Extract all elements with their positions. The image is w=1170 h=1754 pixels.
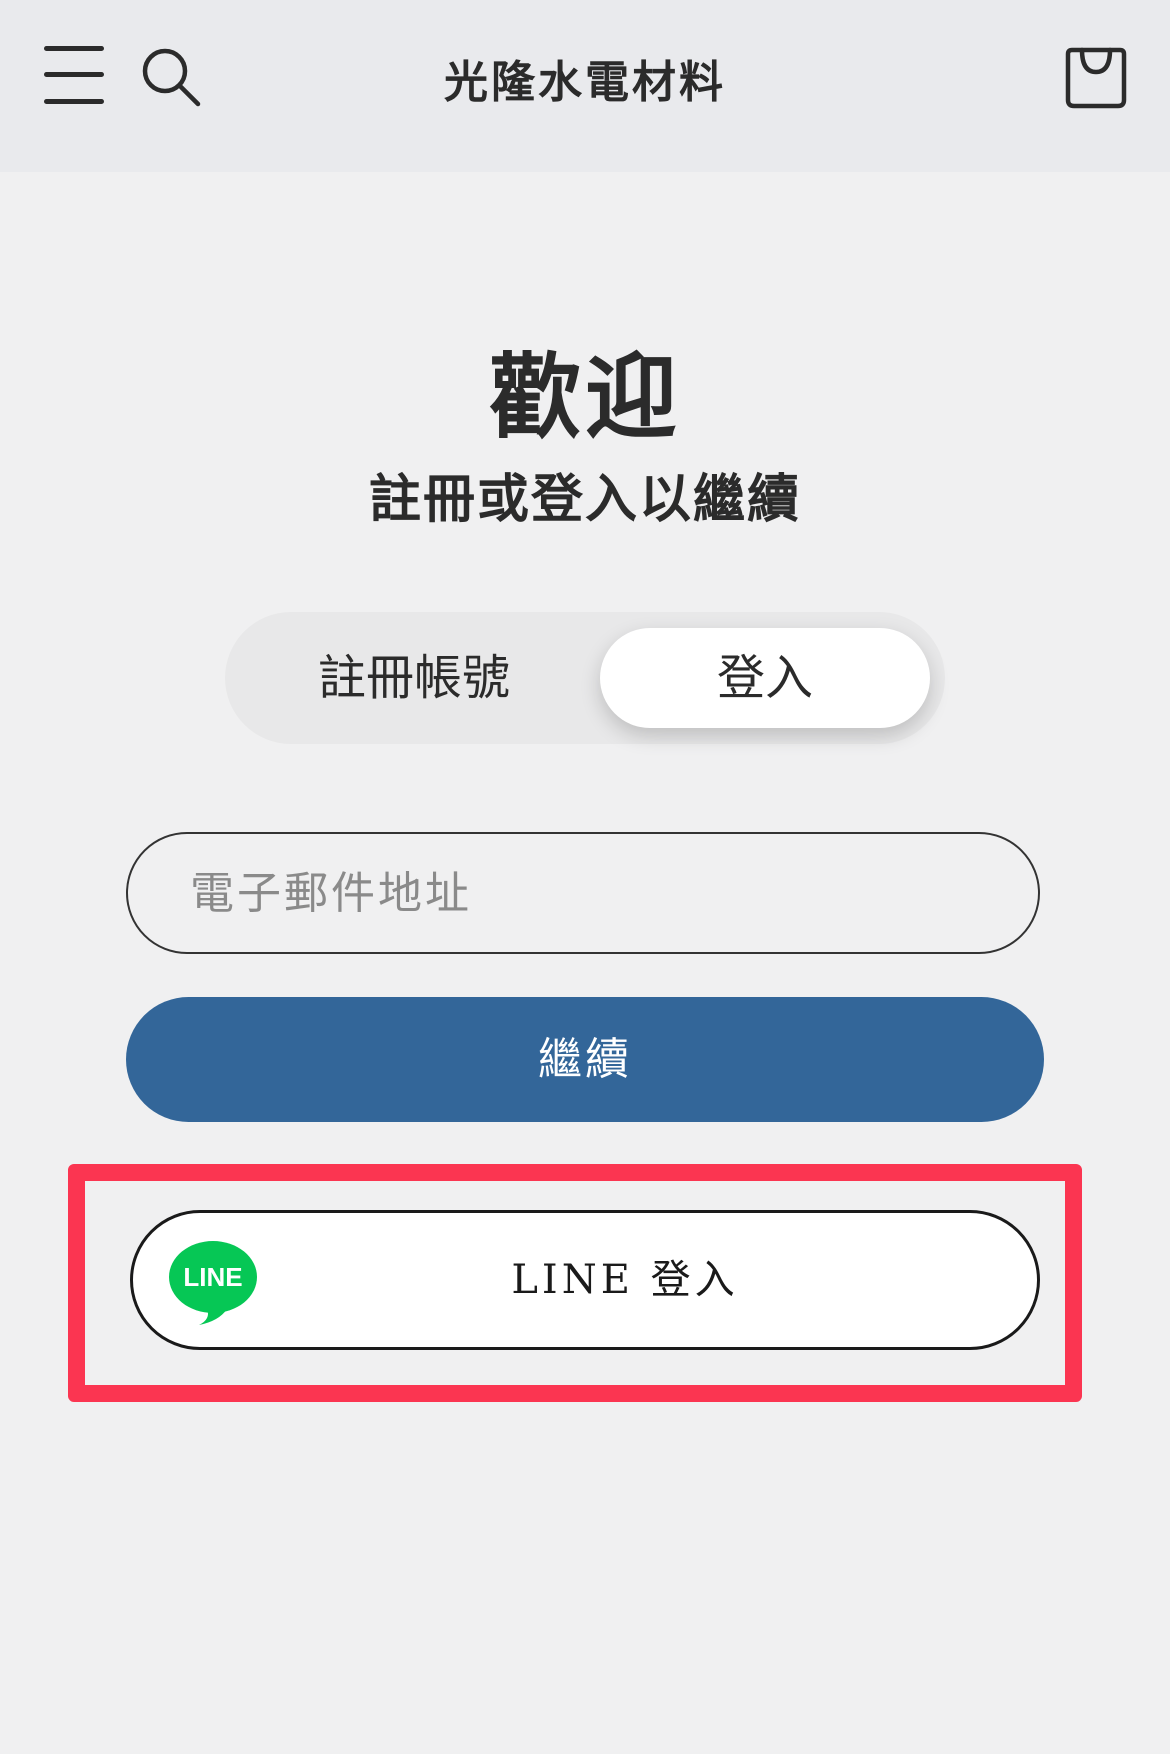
email-field[interactable]	[126, 832, 1040, 954]
continue-button[interactable]: 繼續	[126, 997, 1044, 1122]
menu-line	[44, 46, 104, 51]
line-login-button[interactable]: LINE LINE 登入	[130, 1210, 1040, 1350]
shopping-bag-icon[interactable]	[1064, 44, 1128, 110]
menu-line	[44, 99, 104, 104]
welcome-title: 歡迎	[488, 344, 681, 451]
top-header: 光隆水電材料	[0, 0, 1170, 172]
welcome-subtitle: 註冊或登入以繼續	[368, 470, 801, 530]
line-login-label: LINE 登入	[511, 1257, 739, 1303]
tab-register[interactable]: 註冊帳號	[249, 628, 579, 728]
tab-login[interactable]: 登入	[600, 628, 930, 728]
hamburger-menu-icon[interactable]	[44, 44, 104, 106]
store-title[interactable]: 光隆水電材料	[385, 46, 785, 110]
search-icon[interactable]	[140, 46, 202, 108]
auth-mode-toggle: 註冊帳號 登入	[225, 612, 945, 744]
menu-line	[44, 72, 104, 77]
